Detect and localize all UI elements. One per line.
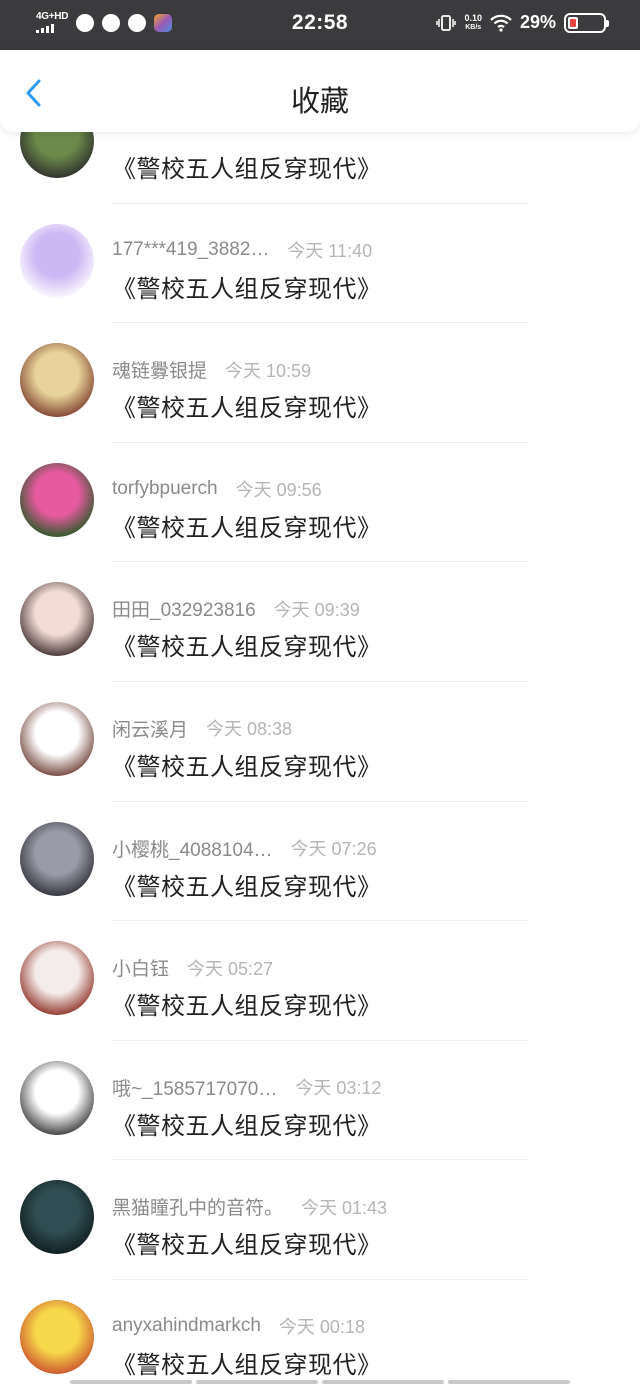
timestamp: 今天 09:56: [235, 479, 322, 500]
item-meta: anyxahindmarkch 今天 00:18: [112, 1313, 365, 1339]
status-right: 0.10 KB/s 29%: [436, 12, 609, 33]
item-meta: 黑猫瞳孔中的音符。 今天 01:43: [112, 1193, 387, 1220]
timestamp: 今天 03:12: [295, 1078, 382, 1099]
favorites-list: 《警校五人组反穿现代》 177***419_3882… 今天 11:40 《警校五人组…: [0, 132, 640, 1387]
wifi-icon: [490, 14, 512, 32]
timestamp: 今天 01:43: [301, 1197, 388, 1218]
timestamp: 今天 10:59: [225, 360, 312, 381]
vibrate-icon: [436, 14, 457, 31]
username[interactable]: 黑猫瞳孔中的音符。: [112, 1193, 283, 1220]
nav-header: 收藏: [0, 50, 640, 132]
favorite-title[interactable]: 《警校五人组反穿现代》: [112, 269, 382, 304]
favorites-list-inner: 《警校五人组反穿现代》 177***419_3882… 今天 11:40 《警校五人组…: [0, 132, 640, 1387]
battery-low-indicator: [570, 18, 576, 27]
network-speed: 0.10 KB/s: [464, 13, 482, 32]
avatar[interactable]: [20, 821, 94, 896]
item-meta: 田田_032923816 今天 09:39: [112, 595, 360, 622]
speed-value: 0.10: [464, 13, 482, 23]
favorite-title[interactable]: 《警校五人组反穿现代》: [112, 986, 382, 1021]
favorite-title[interactable]: 《警校五人组反穿现代》: [112, 747, 382, 782]
favorite-title[interactable]: 《警校五人组反穿现代》: [112, 388, 382, 423]
username[interactable]: 177***419_3882…: [112, 239, 269, 261]
username[interactable]: anyxahindmarkch: [112, 1315, 261, 1337]
username[interactable]: 田田_032923816: [112, 595, 256, 622]
item-meta: torfybpuerch 今天 09:56: [112, 476, 322, 502]
list-item[interactable]: anyxahindmarkch 今天 00:18 《警校五人组反穿现代》: [0, 1280, 640, 1387]
timestamp: 今天 09:39: [273, 599, 360, 620]
item-meta: 小樱桃_4088104… 今天 07:26: [112, 835, 377, 862]
avatar[interactable]: [20, 132, 94, 178]
avatar[interactable]: [20, 1060, 94, 1135]
avatar[interactable]: [20, 223, 94, 298]
list-item[interactable]: 哦~_1585717070… 今天 03:12 《警校五人组反穿现代》: [0, 1041, 640, 1161]
page-title: 收藏: [290, 86, 349, 118]
list-item[interactable]: 闲云溪月 今天 08:38 《警校五人组反穿现代》: [0, 682, 640, 802]
list-item[interactable]: 小樱桃_4088104… 今天 07:26 《警校五人组反穿现代》: [0, 802, 640, 922]
item-meta: 小白钰 今天 05:27: [112, 954, 273, 981]
username[interactable]: 小白钰: [112, 954, 169, 981]
avatar[interactable]: [20, 1180, 94, 1255]
avatar[interactable]: [20, 343, 94, 418]
status-bar: 4G+HD 22:58 0.10 KB/s 29%: [0, 0, 640, 50]
favorite-title[interactable]: 《警校五人组反穿现代》: [112, 508, 382, 543]
username[interactable]: 闲云溪月: [112, 715, 188, 742]
avatar[interactable]: [20, 582, 94, 657]
item-meta: 魂链釁银提 今天 10:59: [112, 356, 311, 383]
list-item[interactable]: 田田_032923816 今天 09:39 《警校五人组反穿现代》: [0, 562, 640, 682]
timestamp: 今天 11:40: [287, 240, 373, 261]
timestamp: 今天 00:18: [278, 1316, 365, 1337]
favorite-title[interactable]: 《警校五人组反穿现代》: [112, 1345, 382, 1380]
list-item[interactable]: 黑猫瞳孔中的音符。 今天 01:43 《警校五人组反穿现代》: [0, 1160, 640, 1280]
speed-unit: KB/s: [465, 24, 482, 31]
list-item[interactable]: torfybpuerch 今天 09:56 《警校五人组反穿现代》: [0, 443, 640, 563]
item-meta: 哦~_1585717070… 今天 03:12: [112, 1074, 381, 1101]
favorite-title[interactable]: 《警校五人组反穿现代》: [112, 1106, 382, 1141]
timestamp: 今天 05:27: [187, 958, 274, 979]
favorite-title[interactable]: 《警校五人组反穿现代》: [112, 1225, 382, 1260]
avatar[interactable]: [20, 701, 94, 776]
scroll-indicator: [70, 1380, 570, 1384]
avatar[interactable]: [20, 1299, 94, 1374]
favorite-title[interactable]: 《警校五人组反穿现代》: [112, 867, 382, 902]
username[interactable]: torfybpuerch: [112, 478, 218, 500]
timestamp: 今天 07:26: [290, 839, 377, 860]
list-item[interactable]: 魂链釁银提 今天 10:59 《警校五人组反穿现代》: [0, 323, 640, 443]
battery-percentage: 29%: [519, 12, 556, 32]
battery-icon: [564, 12, 609, 33]
username[interactable]: 魂链釁银提: [112, 356, 207, 383]
favorite-title[interactable]: 《警校五人组反穿现代》: [112, 627, 382, 662]
item-meta: 闲云溪月 今天 08:38: [112, 715, 292, 742]
item-meta: 177***419_3882… 今天 11:40: [112, 237, 372, 263]
list-item[interactable]: 177***419_3882… 今天 11:40 《警校五人组反穿现代》: [0, 204, 640, 324]
username[interactable]: 哦~_1585717070…: [112, 1074, 277, 1101]
favorite-title[interactable]: 《警校五人组反穿现代》: [112, 149, 382, 184]
avatar[interactable]: [20, 462, 94, 537]
timestamp: 今天 08:38: [206, 719, 293, 740]
avatar[interactable]: [20, 941, 94, 1016]
username[interactable]: 小樱桃_4088104…: [112, 835, 273, 862]
list-item[interactable]: 小白钰 今天 05:27 《警校五人组反穿现代》: [0, 921, 640, 1041]
list-item[interactable]: 《警校五人组反穿现代》: [0, 132, 640, 204]
